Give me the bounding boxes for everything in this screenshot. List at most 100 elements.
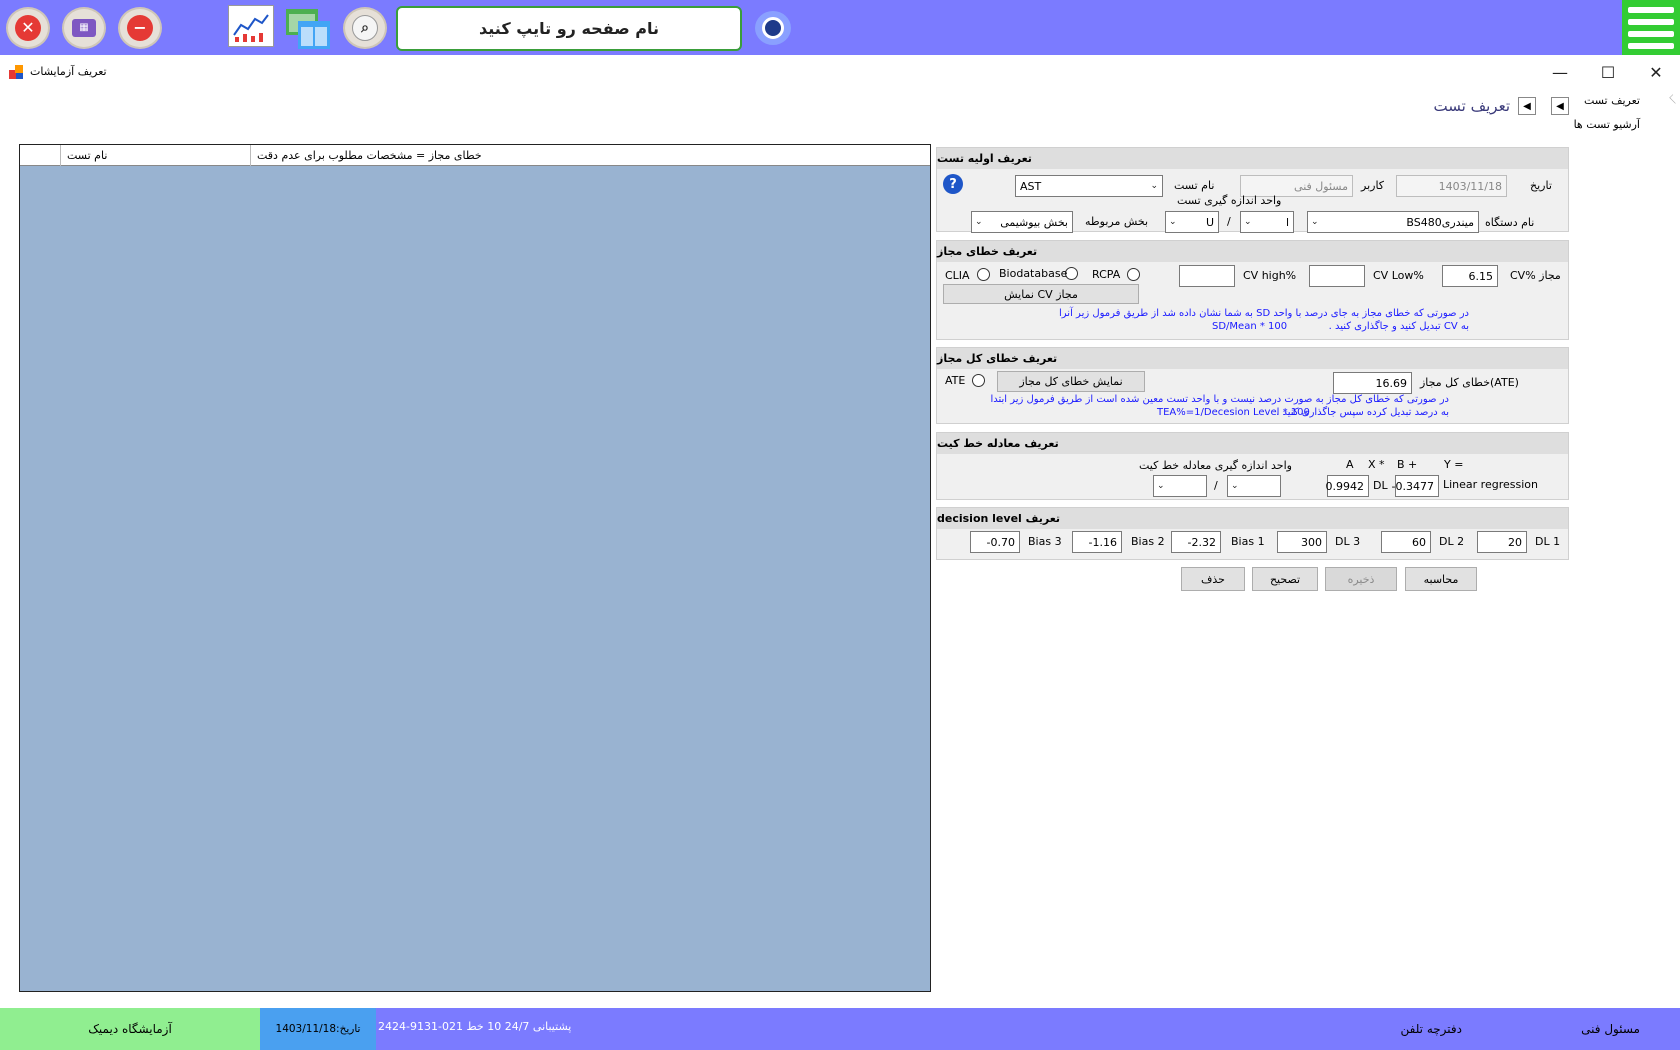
footer-support: پشتیبانی 24/7 10 خط 021-9131-2424 [378,1020,572,1033]
clia-label: CLIA [945,269,970,282]
device-value: BS480میندری [1406,215,1474,229]
nav-collapse-icon[interactable] [1669,94,1679,104]
nav-item-test-archive[interactable]: آرشیو تست ها [1574,118,1640,131]
eq-b: B + [1397,458,1418,471]
footer-links: مسئول فنی دفترچه تلفن [1386,1008,1680,1050]
cv-field[interactable]: 6.15 [1442,265,1498,287]
test-name-value: AST [1020,179,1042,193]
section-value: بخش بیوشیمی [1000,215,1068,229]
eq-y: Y = [1444,458,1464,471]
page-search-input[interactable]: نام صفحه رو تایپ کنید [396,6,742,51]
menu-button[interactable] [1622,0,1680,55]
dl1-field[interactable]: 20 [1477,531,1527,553]
grid-col-select[interactable] [20,145,61,166]
dl3-field[interactable]: 300 [1277,531,1327,553]
ate-radio[interactable] [972,374,985,387]
clia-radio[interactable] [977,268,990,281]
close-icon: ✕ [15,15,41,41]
dl2-label: DL 2 [1439,535,1465,548]
cv-low-label: CV Low% [1373,269,1424,282]
chevron-down-icon: ⌄ [1169,217,1177,227]
bias1-label: Bias 1 [1231,535,1265,548]
bias3-field[interactable]: -0.70 [970,531,1020,553]
dl2-field[interactable]: 60 [1381,531,1431,553]
ate-field[interactable]: 16.69 [1333,372,1412,394]
user-label: کاربر [1361,179,1385,192]
rcpa-radio[interactable] [1127,268,1140,281]
footer-lab-name: آزمایشگاه دیمیک [0,1008,260,1050]
regression-unit-den-select[interactable]: ⌄ [1153,475,1207,497]
decision-level-header: تعریف decision level [937,508,1568,529]
date-label: تاریخ [1530,179,1552,192]
basic-info-panel: تعریف اولیه تست تاریخ 1403/11/18 کاربر م… [936,147,1569,233]
search-pages-button[interactable]: ⌕ [343,7,387,49]
basic-info-header: تعریف اولیه تست [937,148,1568,169]
grid-col-test-name[interactable]: نام تست [61,145,251,166]
edit-button[interactable]: تصحیح [1252,567,1318,591]
tests-grid[interactable]: نام تست خطای مجاز = مشخصات مطلوب برای عد… [19,144,931,992]
rcpa-label: RCPA [1092,268,1121,281]
windows-icon [286,9,330,49]
menu-icon [1628,6,1674,13]
date-field[interactable]: 1403/11/18 [1396,175,1507,197]
b-coefficient-field[interactable]: -0.3477 [1392,475,1439,497]
show-total-error-button[interactable]: نمایش خطای کل مجاز [997,371,1145,392]
allowable-error-header: تعریف خطای مجاز [937,241,1568,262]
bias1-field[interactable]: -2.32 [1171,531,1221,553]
unit-label: واحد اندازه گیری تست [1177,194,1282,207]
next-arrow-icon[interactable]: ◀ [1518,97,1536,115]
eye-button[interactable] [755,11,791,45]
device-select[interactable]: BS480میندری ⌄ [1307,211,1479,233]
section-select[interactable]: بخش بیوشیمی ⌄ [971,211,1073,233]
save-button[interactable]: ذخیره [1325,567,1397,591]
window-maximize-button[interactable]: ☐ [1585,58,1631,86]
test-name-label: نام تست [1174,179,1215,192]
page-title: تعریف تست [1433,97,1510,115]
monitor-button[interactable]: ▦ [62,7,106,49]
minimize-app-button[interactable]: − [118,7,162,49]
total-error-panel: تعریف خطای کل مجاز خطای کل مجاز(ATE) 16.… [936,347,1569,424]
bias3-label: Bias 3 [1028,535,1062,548]
section-label: بخش مربوطه [1085,215,1149,228]
close-app-button[interactable]: ✕ [6,7,50,49]
cv-label: CV% مجاز [1510,269,1561,282]
show-cv-button[interactable]: نمایش CV مجاز [943,284,1139,304]
total-error-header: تعریف خطای کل مجاز [937,348,1568,369]
window-minimize-button[interactable]: — [1537,58,1583,86]
chevron-down-icon: ⌄ [1157,481,1165,491]
footer-phonebook-link[interactable]: دفترچه تلفن [1400,1022,1462,1036]
help-icon[interactable]: ? [943,174,963,194]
unit-denominator-select[interactable]: U ⌄ [1165,211,1219,233]
test-name-select[interactable]: AST ⌄ [1015,175,1163,197]
monitor-icon: ▦ [72,19,96,37]
chart-button[interactable] [228,5,274,47]
calculate-button[interactable]: محاسبه [1405,567,1477,591]
total-note-line1: در صورتی که خطای کل مجاز به صورت درصد نی… [990,394,1449,405]
decision-level-panel: تعریف decision level DL 1 20 DL 2 60 DL … [936,507,1569,560]
cv-low-field[interactable] [1309,265,1365,287]
grid-col-allowable-error[interactable]: خطای مجاز = مشخصات مطلوب برای عدم دقت [251,145,928,166]
top-toolbar: ✕ ▦ − ⌕ نام صفحه رو تایپ کنید [0,0,1680,55]
footer-date: تاریخ:1403/11/18 [260,1008,376,1050]
total-formula: TEA%=1/Decesion Level * 100 [1157,407,1310,418]
a-coefficient-field[interactable]: 0.9942 [1326,475,1369,497]
prev-arrow-icon[interactable]: ◀ [1551,97,1569,115]
regression-panel: تعریف معادله خط کیت Y = B + X * A واحد ا… [936,432,1569,500]
chevron-down-icon: ⌄ [1311,217,1319,227]
cv-high-label: CV high% [1243,269,1297,282]
delete-button[interactable]: حذف [1181,567,1245,591]
bias2-field[interactable]: -1.16 [1072,531,1122,553]
dl1-label: DL 1 [1535,535,1561,548]
regression-unit-num-select[interactable]: ⌄ [1227,475,1281,497]
status-bar: مسئول فنی دفترچه تلفن پشتیبانی 24/7 10 خ… [0,1008,1680,1050]
allowable-error-panel: تعریف خطای مجاز CV% مجاز 6.15 CV Low% CV… [936,240,1569,340]
windows-button[interactable] [284,7,332,51]
unit-numerator-select[interactable]: l ⌄ [1240,211,1294,233]
window-close-button[interactable]: ✕ [1633,58,1679,86]
cv-high-field[interactable] [1179,265,1235,287]
footer-tech-link[interactable]: مسئول فنی [1581,1022,1640,1036]
grid-header: نام تست خطای مجاز = مشخصات مطلوب برای عد… [20,145,930,166]
nav-item-define-test[interactable]: تعریف تست [1584,94,1640,107]
allowable-note-line1: در صورتی که خطای مجاز به جای درصد با واح… [1059,308,1469,319]
allowable-formula: SD/Mean * 100 [1212,321,1288,332]
